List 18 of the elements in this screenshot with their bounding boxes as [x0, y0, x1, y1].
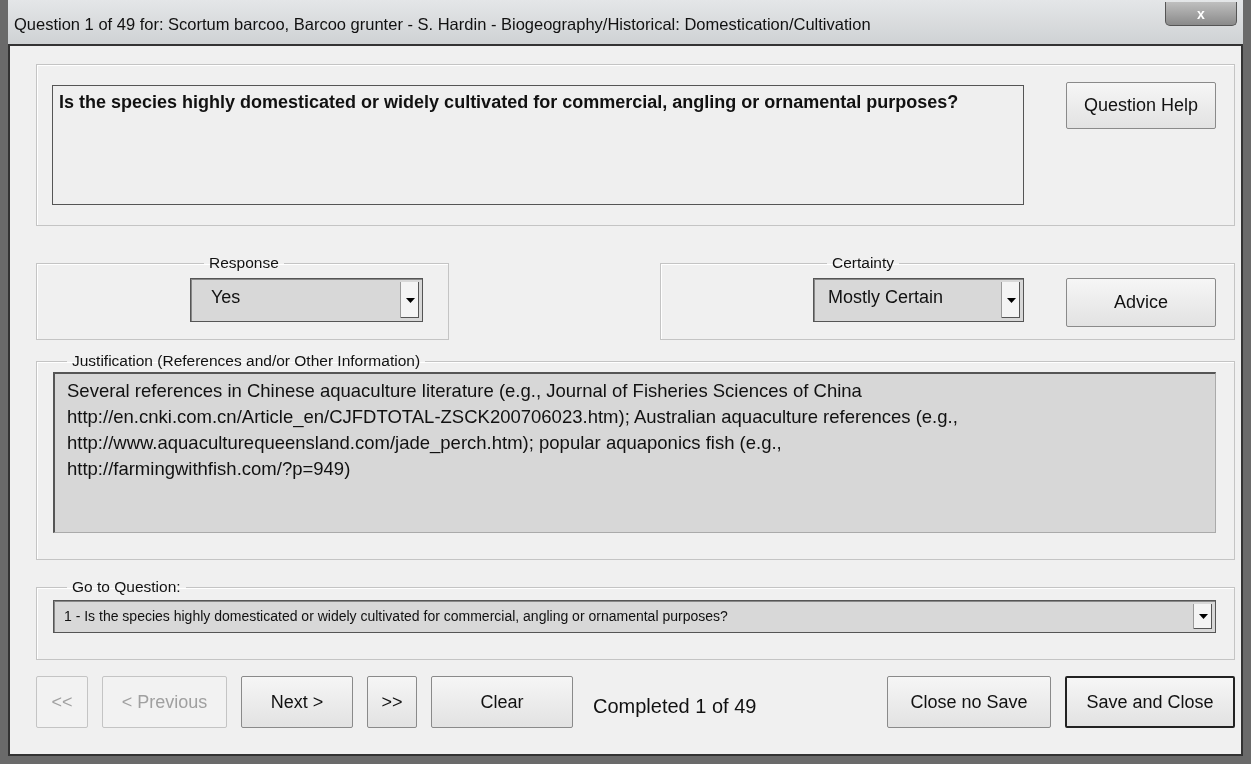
window-title: Question 1 of 49 for: Scortum barcoo, Barcoo grunter - S. Hardin - Biogeography/Historical: Domestication/Cultivation [14, 14, 871, 34]
progress-text: Completed 1 of 49 [593, 694, 757, 718]
justification-field[interactable]: Several references in Chinese aquaculture literature (e.g., Journal of Fisheries Sciences of China http://en.cnki.com.cn/Article_en/CJFDTOTAL-ZSCK200706023.htm); Australian aquaculture references (e.g., http://www.aquaculturequeensland.com/jade_perch.htm); popular aquaponics fish (e.g., http://farmingwithfish.com/?p=949) [53, 372, 1216, 533]
certainty-dropdown[interactable]: Mostly Certain [813, 278, 1024, 322]
nav-button[interactable]: Save and Close [1065, 676, 1235, 728]
response-dropdown[interactable]: Yes [190, 278, 423, 322]
group-label: Response [208, 254, 280, 272]
group-label: Go to Question: [71, 578, 182, 596]
group-label: Certainty [831, 254, 896, 272]
question-dropdown[interactable]: 1 - Is the species highly domesticated or widely cultivated for commercial, angling or ornamental purposes? [53, 600, 1216, 633]
question-text: Is the species highly domesticated or widely cultivated for commercial, angling or ornamental purposes? [52, 85, 1024, 205]
nav-button[interactable]: Close no Save [887, 676, 1051, 728]
nav-button[interactable]: >> [367, 676, 417, 728]
nav-button[interactable]: Clear [431, 676, 573, 728]
nav-button[interactable]: Next > [241, 676, 353, 728]
question-help-button[interactable]: Question Help [1066, 82, 1216, 129]
group-label: Justification (References and/or Other Information) [71, 352, 422, 370]
advice-button[interactable]: Advice [1066, 278, 1216, 327]
